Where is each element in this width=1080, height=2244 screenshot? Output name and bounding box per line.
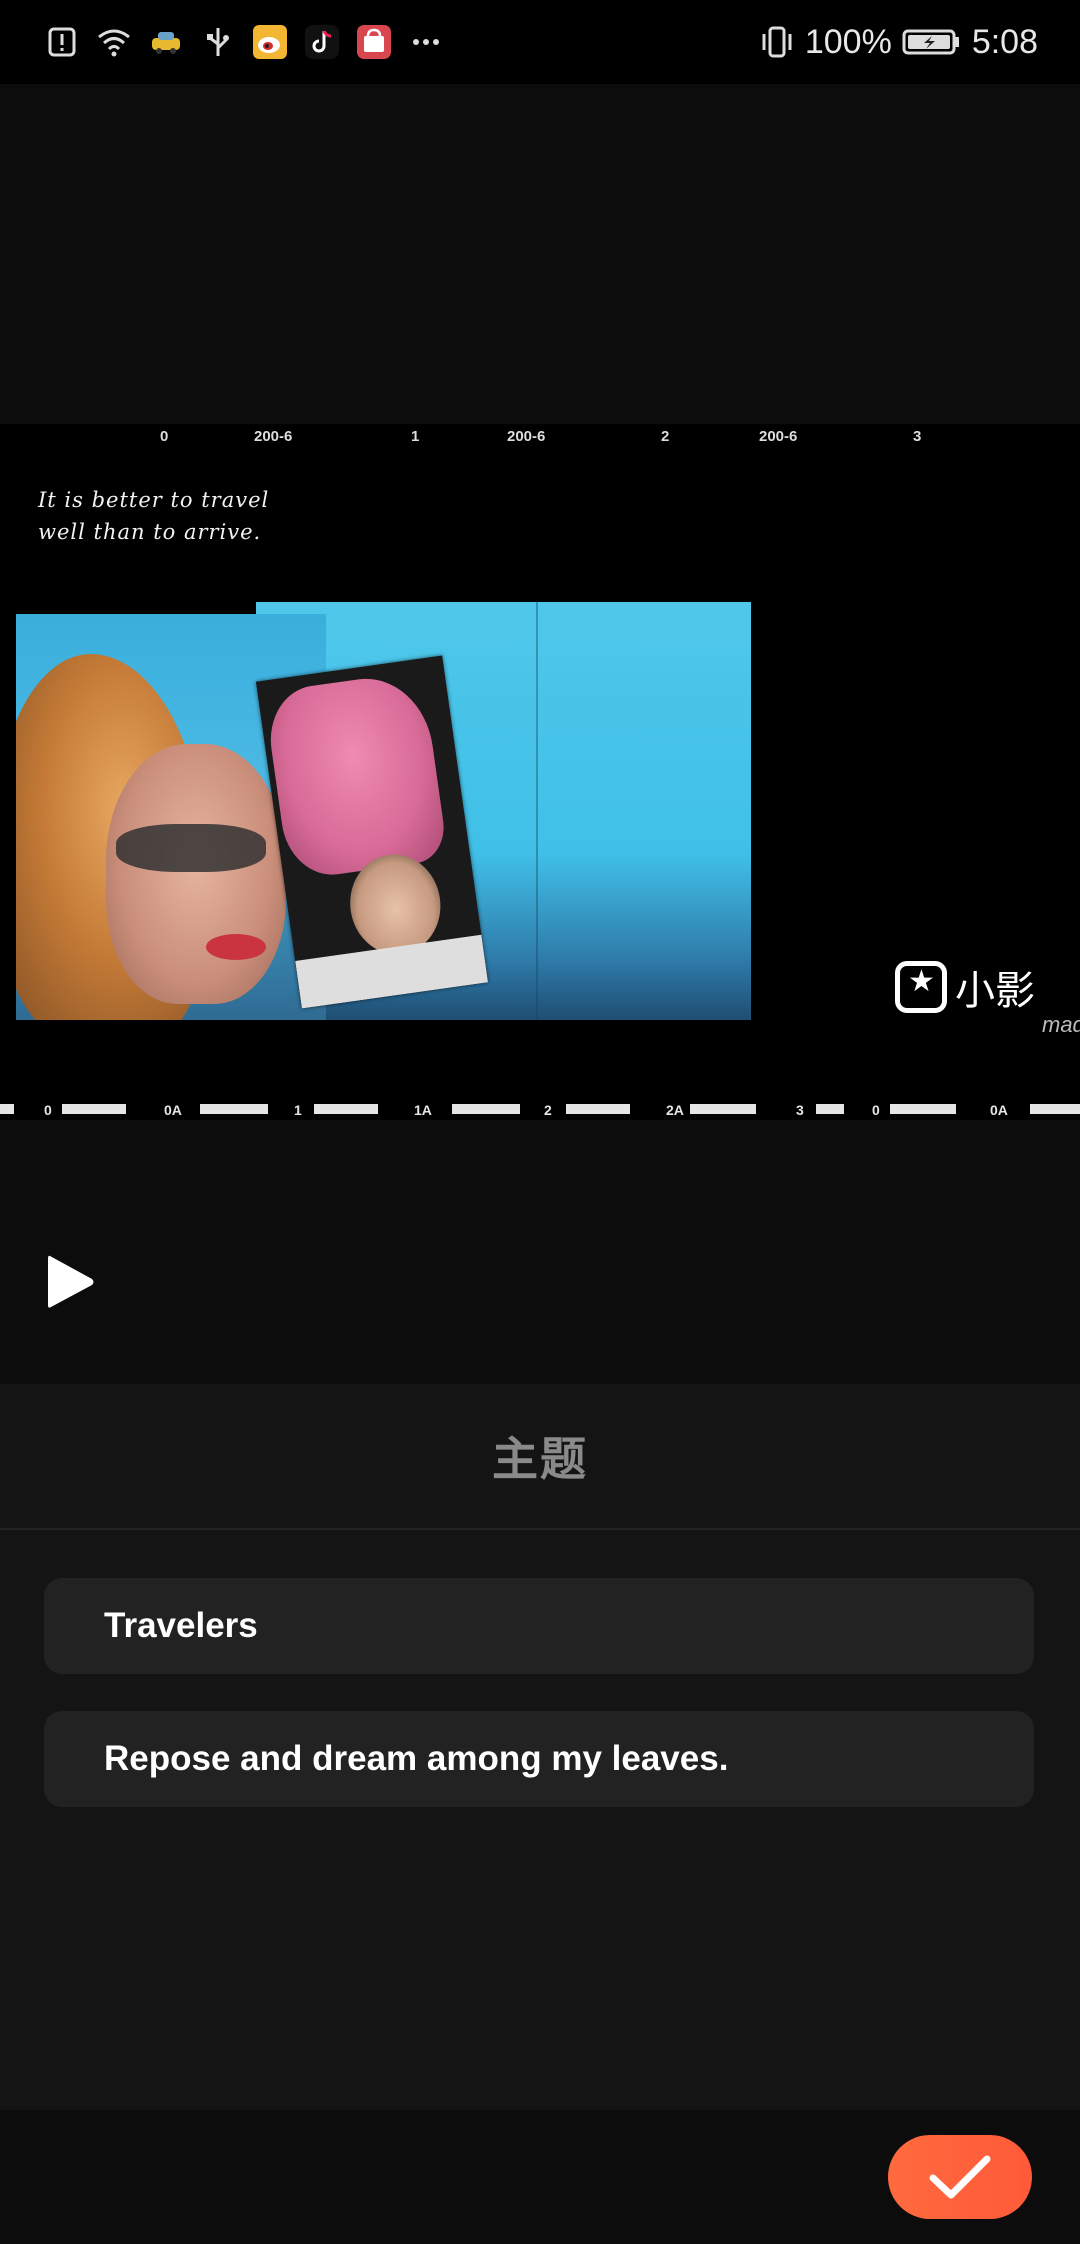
film-top-label: 3 bbox=[913, 428, 922, 445]
film-top-label: 2 bbox=[661, 428, 670, 445]
pink-sweater-shape bbox=[263, 670, 449, 881]
video-preview-area: 0 200-6 1 200-6 2 200-6 3 It is better t… bbox=[0, 84, 1080, 1384]
system-status: 100% 5:08 bbox=[759, 18, 1038, 66]
film-bottom-label: 0 bbox=[44, 1102, 52, 1118]
wifi-icon bbox=[96, 24, 132, 60]
usb-icon bbox=[200, 24, 236, 60]
status-bar: 100% 5:08 bbox=[0, 0, 1080, 84]
shopping-app-icon bbox=[356, 24, 392, 60]
battery-charging-icon bbox=[902, 24, 962, 60]
film-bottom-label: 0A bbox=[990, 1102, 1008, 1118]
quote-line: well than to arrive. bbox=[38, 520, 262, 544]
lips-shape bbox=[206, 934, 266, 960]
photo-seam bbox=[536, 602, 538, 1020]
video-preview[interactable]: 0 200-6 1 200-6 2 200-6 3 It is better t… bbox=[0, 424, 1080, 1120]
film-bottom-label: 0 bbox=[872, 1102, 880, 1118]
quote-overlay: It is better to travel well than to arri… bbox=[38, 484, 269, 548]
weibo-icon bbox=[252, 24, 288, 60]
film-strip-bottom: 0 0A 1 1A 2 2A 3 0 0A bbox=[0, 1100, 1080, 1120]
checkmark-icon bbox=[929, 2155, 991, 2199]
film-top-label: 200-6 bbox=[254, 428, 293, 445]
sunglasses-shape bbox=[116, 824, 266, 872]
film-strip-top: 0 200-6 1 200-6 2 200-6 3 bbox=[0, 424, 1080, 456]
film-top-label: 1 bbox=[411, 428, 420, 445]
face-shape bbox=[106, 744, 286, 1004]
confirm-button[interactable] bbox=[888, 2135, 1032, 2219]
film-bottom-label: 1A bbox=[414, 1102, 432, 1118]
panel-header: 主题 bbox=[0, 1384, 1080, 1530]
vibrate-icon bbox=[759, 24, 795, 60]
taxi-app-icon bbox=[148, 24, 184, 60]
theme-panel: 主题 Travelers Repose and dream among my l… bbox=[0, 1384, 1080, 2110]
clock: 5:08 bbox=[971, 22, 1038, 61]
tiktok-icon bbox=[304, 24, 340, 60]
film-perforations bbox=[0, 1104, 1080, 1114]
watermark-subtext: made bbox=[1042, 1012, 1080, 1037]
more-notifications-icon bbox=[408, 24, 444, 60]
film-bottom-label: 1 bbox=[294, 1102, 302, 1118]
film-bottom-label: 2A bbox=[666, 1102, 684, 1118]
watermark: 小影 bbox=[895, 958, 1035, 1016]
quote-line: It is better to travel bbox=[38, 488, 270, 512]
play-button[interactable] bbox=[40, 1250, 104, 1314]
watermark-text: 小影 bbox=[955, 969, 1035, 1013]
app-logo-icon bbox=[895, 961, 947, 1013]
panel-title: 主题 bbox=[492, 1433, 588, 1485]
film-bottom-label: 0A bbox=[164, 1102, 182, 1118]
film-top-label: 200-6 bbox=[759, 428, 798, 445]
film-top-label: 0 bbox=[160, 428, 169, 445]
film-bottom-label: 2 bbox=[544, 1102, 552, 1118]
theme-subtitle-field[interactable]: Repose and dream among my leaves. bbox=[44, 1711, 1034, 1807]
alert-icon bbox=[44, 24, 80, 60]
film-top-label: 200-6 bbox=[507, 428, 546, 445]
play-icon bbox=[48, 1255, 94, 1308]
film-bottom-label: 3 bbox=[796, 1102, 804, 1118]
theme-title-field[interactable]: Travelers bbox=[44, 1578, 1034, 1674]
battery-percent: 100% bbox=[804, 22, 892, 61]
notification-icons bbox=[44, 20, 444, 64]
